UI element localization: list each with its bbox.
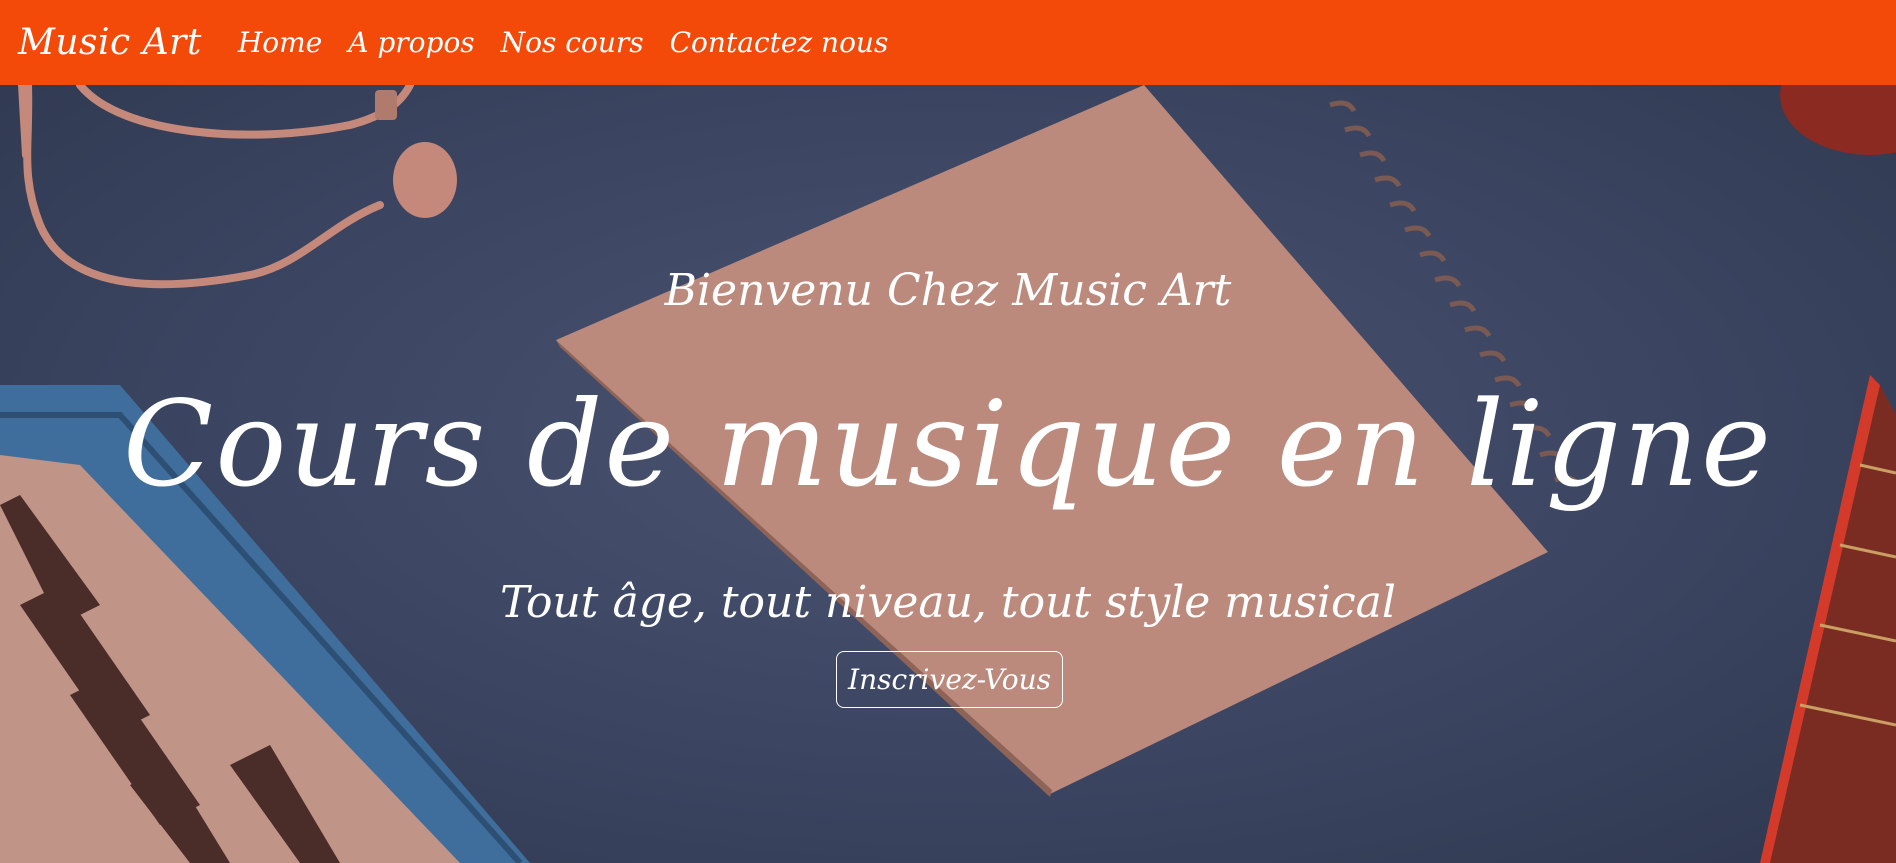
hero-content: Bienvenu Chez Music Art Cours de musique… [0,85,1896,863]
hero-headline: Cours de musique en ligne [123,375,1773,513]
nav-link-home[interactable]: Home [238,26,322,59]
nav-link-nos-cours[interactable]: Nos cours [501,26,644,59]
nav-links: Home A propos Nos cours Contactez nous [238,26,915,59]
nav-link-contact[interactable]: Contactez nous [670,26,889,59]
hero-welcome-text: Bienvenu Chez Music Art [664,265,1232,316]
signup-button[interactable]: Inscrivez-Vous [836,651,1063,708]
brand-logo-link[interactable]: Music Art [18,22,202,63]
hero-tagline: Tout âge, tout niveau, tout style musica… [500,577,1396,628]
nav-link-a-propos[interactable]: A propos [348,26,474,59]
top-navbar: Music Art Home A propos Nos cours Contac… [0,0,1896,85]
